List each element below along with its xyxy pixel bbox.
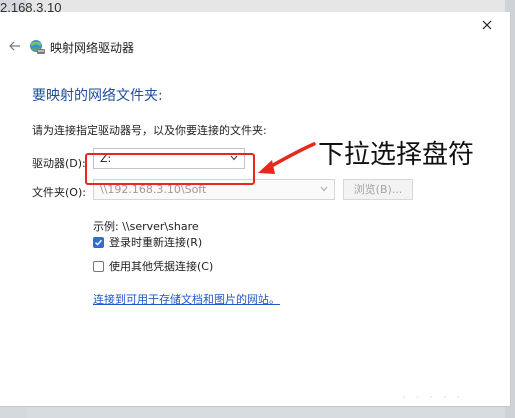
back-button[interactable] (8, 39, 22, 53)
browse-button[interactable]: 浏览(B)... (343, 179, 413, 200)
chevron-down-icon (320, 186, 328, 192)
dialog-title: 映射网络驱动器 (50, 41, 135, 55)
folder-label: 文件夹(O): (32, 186, 86, 199)
section-heading: 要映射的网络文件夹: (32, 88, 163, 104)
example-text: 示例: \\server\share (93, 220, 199, 233)
storage-website-link[interactable]: 连接到可用于存储文档和图片的网站。 (93, 291, 280, 307)
other-credentials-checkbox-row[interactable]: 使用其他凭据连接(C) (93, 258, 213, 274)
annotation-arrow-icon (258, 142, 316, 174)
drive-label: 驱动器(D): (32, 157, 86, 170)
reconnect-label: 登录时重新连接(R) (109, 236, 203, 249)
close-icon (482, 20, 492, 30)
close-button[interactable] (476, 14, 498, 36)
drive-select-highlight-box (85, 153, 255, 185)
reconnect-checkbox-row[interactable]: 登录时重新连接(R) (93, 234, 202, 250)
screenshot-root: 2.168.3.10 映射网络驱动器 要映射的网络文件夹: 请为连接指定驱动器号… (0, 0, 515, 418)
other-credentials-label: 使用其他凭据连接(C) (109, 260, 214, 273)
instruction-text: 请为连接指定驱动器号，以及你要连接的文件夹: (32, 124, 267, 137)
network-drive-icon (30, 40, 45, 54)
checkmark-icon (95, 239, 103, 246)
map-network-drive-dialog: 映射网络驱动器 要映射的网络文件夹: 请为连接指定驱动器号，以及你要连接的文件夹… (0, 12, 511, 407)
arrow-left-icon (9, 41, 20, 51)
reconnect-checkbox[interactable] (93, 236, 104, 248)
annotation-text: 下拉选择盘符 (318, 140, 475, 170)
watermark-dots: · · · · · (402, 390, 464, 404)
other-credentials-checkbox[interactable] (93, 260, 104, 272)
